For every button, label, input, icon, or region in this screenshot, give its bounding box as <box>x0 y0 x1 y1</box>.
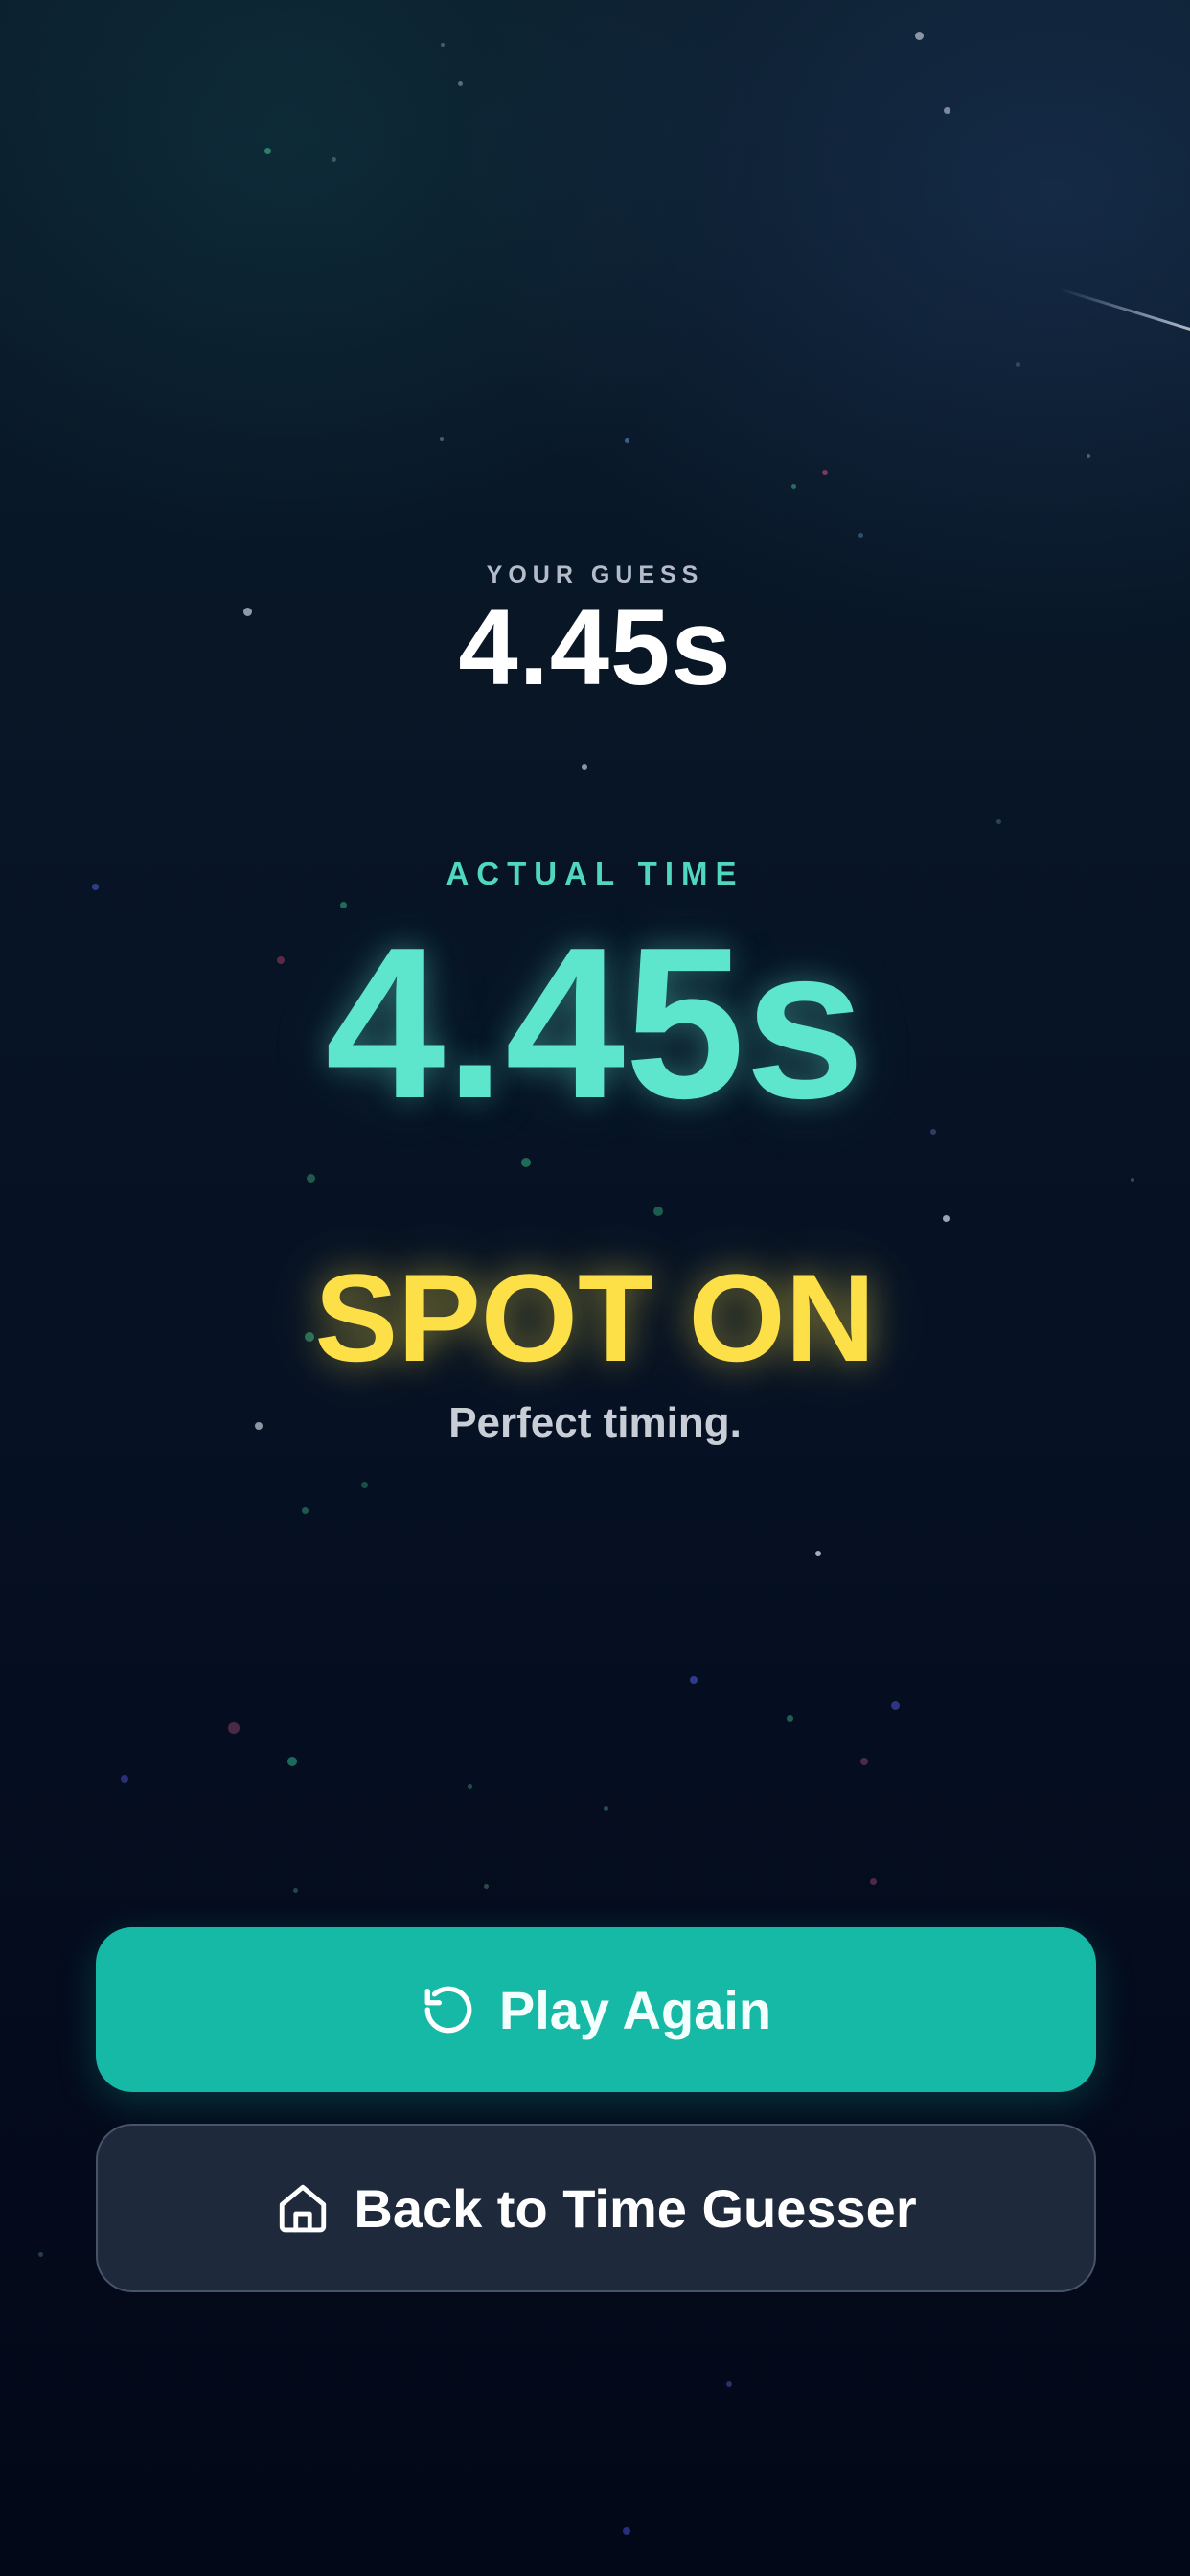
back-to-time-guesser-label: Back to Time Guesser <box>354 2177 917 2239</box>
star-decoration <box>307 1174 315 1183</box>
star-decoration <box>302 1507 309 1514</box>
star-decoration <box>822 470 828 475</box>
star-decoration <box>38 2252 43 2257</box>
star-decoration <box>791 484 796 489</box>
play-again-button[interactable]: Play Again <box>96 1927 1096 2092</box>
star-decoration <box>815 1551 821 1556</box>
star-decoration <box>1131 1178 1134 1182</box>
star-decoration <box>440 437 444 441</box>
star-decoration <box>604 1806 608 1811</box>
star-decoration <box>1016 362 1020 367</box>
star-decoration <box>468 1784 472 1789</box>
star-decoration <box>915 32 924 40</box>
actual-time-value: 4.45s <box>325 902 865 1143</box>
star-decoration <box>441 43 445 47</box>
star-decoration <box>996 819 1001 824</box>
star-decoration <box>787 1715 793 1722</box>
shooting-star-decoration <box>1058 288 1190 335</box>
star-decoration <box>332 157 336 162</box>
actual-time-label: ACTUAL TIME <box>446 856 744 891</box>
star-decoration <box>690 1676 698 1684</box>
star-decoration <box>521 1158 531 1167</box>
star-decoration <box>653 1207 663 1216</box>
back-to-time-guesser-button[interactable]: Back to Time Guesser <box>96 2124 1096 2292</box>
star-decoration <box>943 1215 950 1222</box>
star-decoration <box>361 1482 368 1488</box>
your-guess-value: 4.45s <box>458 587 732 707</box>
your-guess-label: YOUR GUESS <box>486 562 704 588</box>
result-screen: YOUR GUESS 4.45s ACTUAL TIME 4.45s SPOT … <box>0 0 1190 2576</box>
star-decoration <box>726 2381 732 2387</box>
refresh-icon <box>421 1982 476 2037</box>
star-decoration <box>860 1758 868 1765</box>
verdict-title: SPOT ON <box>314 1248 876 1388</box>
star-decoration <box>293 1888 298 1893</box>
star-decoration <box>121 1775 128 1782</box>
star-decoration <box>287 1757 297 1766</box>
star-decoration <box>264 148 271 154</box>
star-decoration <box>228 1722 240 1734</box>
verdict-subtitle: Perfect timing. <box>448 1399 742 1446</box>
home-icon <box>275 2180 331 2236</box>
star-decoration <box>858 533 863 538</box>
star-decoration <box>484 1884 489 1889</box>
play-again-label: Play Again <box>498 1979 772 2040</box>
star-decoration <box>1087 454 1090 458</box>
star-decoration <box>458 81 463 86</box>
star-decoration <box>582 764 587 770</box>
star-decoration <box>944 107 950 114</box>
star-decoration <box>625 438 629 443</box>
star-decoration <box>891 1701 900 1710</box>
star-decoration <box>623 2527 630 2535</box>
star-decoration <box>870 1878 877 1885</box>
